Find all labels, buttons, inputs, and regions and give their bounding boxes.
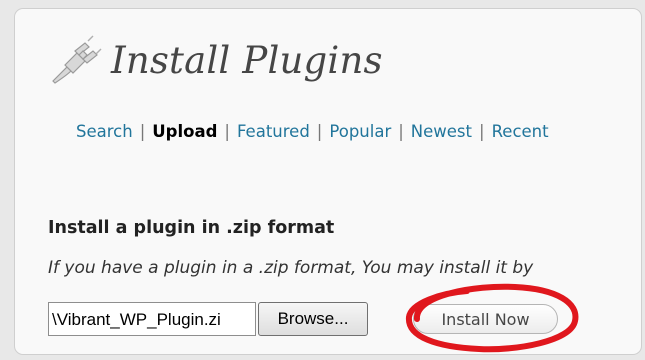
subnav-popular[interactable]: Popular xyxy=(329,122,391,141)
page-title: Install Plugins xyxy=(111,38,383,82)
subnav-separator: | xyxy=(139,122,146,141)
subnav-separator: | xyxy=(316,122,323,141)
page-header: Install Plugins xyxy=(49,35,383,85)
subnav-upload-current: Upload xyxy=(152,122,218,141)
plug-icon xyxy=(52,35,102,84)
file-path-field[interactable]: \Vibrant_WP_Plugin.zi xyxy=(48,302,256,336)
subnav-newest[interactable]: Newest xyxy=(411,122,472,141)
upload-section-heading: Install a plugin in .zip format xyxy=(48,218,335,238)
subnav-separator: | xyxy=(479,122,485,141)
plugin-subnav: Search | Upload | Featured | Popular | Newest | Re… xyxy=(76,122,549,141)
browse-button[interactable]: Browse... xyxy=(258,302,368,336)
screenshot-frame: Install Plugins Search | Upload | Featured | P… xyxy=(14,8,642,355)
subnav-separator: | xyxy=(224,122,230,141)
install-now-button[interactable]: Install Now xyxy=(413,304,558,334)
subnav-featured[interactable]: Featured xyxy=(237,122,310,141)
subnav-separator: | xyxy=(398,122,404,141)
upload-help-text: If you have a plugin in a .zip format, Y… xyxy=(48,258,534,278)
subnav-search[interactable]: Search xyxy=(76,122,133,141)
subnav-recent[interactable]: Recent xyxy=(492,122,549,141)
